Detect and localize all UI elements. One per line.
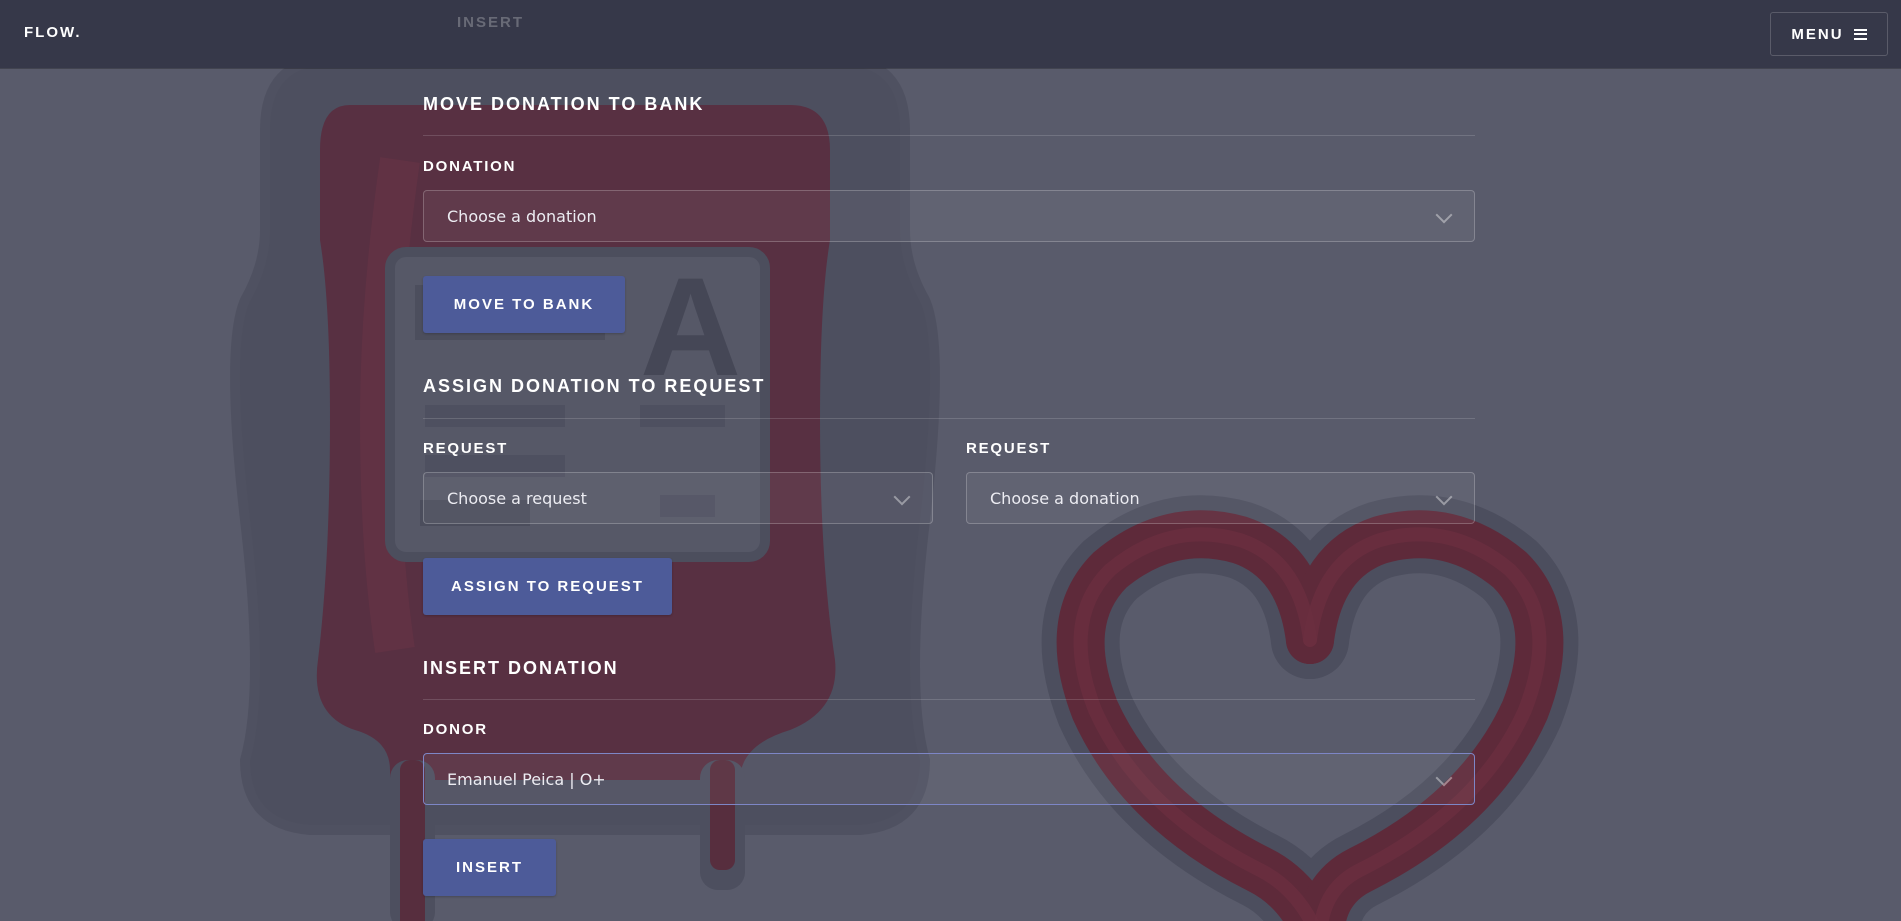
donation-field-label: DONATION <box>423 158 517 175</box>
menu-label: MENU <box>1791 25 1844 43</box>
section-divider <box>423 418 1475 419</box>
assign-to-request-button[interactable]: ASSIGN TO REQUEST <box>423 558 672 615</box>
ghost-insert-heading: INSERT <box>457 14 525 31</box>
assign-donation-select[interactable]: Choose a donation <box>966 472 1475 524</box>
move-donation-select[interactable]: Choose a donation <box>423 190 1475 242</box>
request-field-label: REQUEST <box>423 440 509 457</box>
move-section-title: MOVE DONATION TO BANK <box>423 94 705 114</box>
chevron-down-icon <box>1435 488 1453 506</box>
insert-section-title: INSERT DONATION <box>423 658 619 678</box>
donor-select[interactable]: Emanuel Peica | O+ <box>423 753 1475 805</box>
assign-donation-select-value: Choose a donation <box>990 489 1140 508</box>
request-select[interactable]: Choose a request <box>423 472 933 524</box>
request-select-value: Choose a request <box>447 489 587 508</box>
chevron-down-icon <box>1435 206 1453 224</box>
donor-field-label: DONOR <box>423 721 488 738</box>
move-donation-select-value: Choose a donation <box>447 207 597 226</box>
menu-button[interactable]: MENU <box>1770 12 1888 56</box>
section-divider <box>423 135 1475 136</box>
insert-button[interactable]: INSERT <box>423 839 556 896</box>
chevron-down-icon <box>1435 769 1453 787</box>
page: A FLOW. MENU INSERT MOVE DONATION TO BAN… <box>0 0 1901 921</box>
assign-donation-field-label: REQUEST <box>966 440 1052 457</box>
assign-section-title: ASSIGN DONATION TO REQUEST <box>423 376 766 396</box>
hamburger-icon <box>1853 28 1867 40</box>
chevron-down-icon <box>893 488 911 506</box>
donor-select-value: Emanuel Peica | O+ <box>447 770 606 789</box>
app-logo[interactable]: FLOW. <box>24 24 82 41</box>
move-to-bank-button[interactable]: MOVE TO BANK <box>423 276 625 333</box>
section-divider <box>423 699 1475 700</box>
top-navbar: FLOW. MENU <box>0 0 1901 68</box>
